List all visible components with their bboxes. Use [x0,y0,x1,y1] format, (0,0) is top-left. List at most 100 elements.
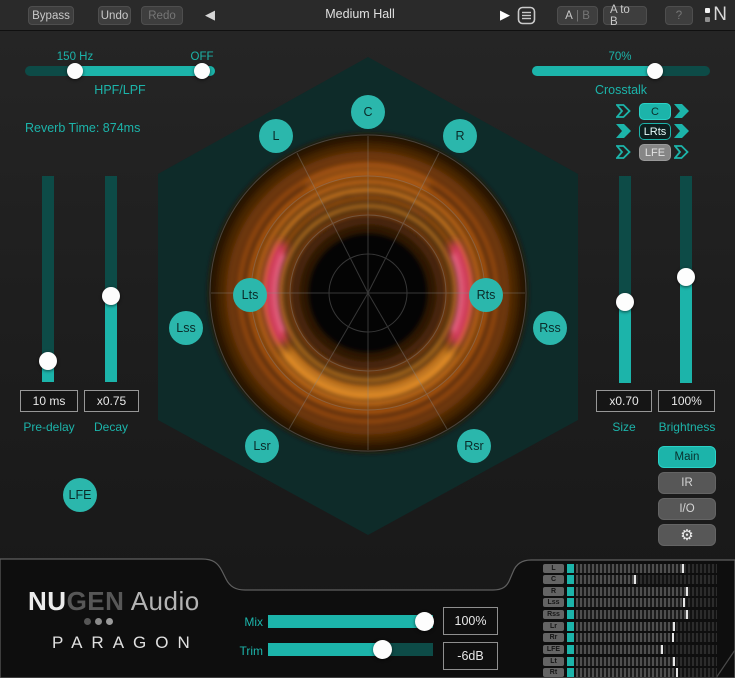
meter-channel-label: R [543,587,564,596]
meter-level [576,598,683,607]
predelay-handle[interactable] [39,352,57,370]
meter-track [576,564,717,573]
meter-channel-label: Lss [543,598,564,607]
routing-out-chevron-icon[interactable] [674,124,689,138]
meter-row: Lt [543,657,717,666]
brand-logo: NUGEN Audio [28,586,200,617]
meter-row: Rr [543,633,717,642]
bypass-button[interactable]: Bypass [28,6,74,25]
trim-slider[interactable] [268,643,433,656]
crosstalk-slider[interactable] [532,66,710,76]
node-c[interactable]: C [351,95,385,129]
size-value[interactable]: x0.70 [596,390,652,412]
meter-track [576,668,717,677]
meter-peak-tick [661,645,663,654]
help-button[interactable]: ? [665,6,693,25]
meter-level [576,633,672,642]
mix-handle[interactable] [415,612,434,631]
mix-value[interactable]: 100% [443,607,498,635]
meter-row: LFE [543,645,717,654]
routing-lrts-button[interactable]: LRts [639,123,671,140]
hpf-lpf-slider[interactable] [25,66,215,76]
routing-in-chevron-icon[interactable] [616,124,631,138]
node-rsr[interactable]: Rsr [457,429,491,463]
routing-c-button[interactable]: C [639,103,671,120]
paragon-plugin-window: Bypass Undo Redo ◀ Medium Hall ▶ A | B A… [0,0,735,678]
meter-peak-tick [683,598,685,607]
brightness-label: Brightness [652,420,722,434]
view-io-button[interactable]: I/O [658,498,716,520]
meter-channel-label: Lr [543,622,564,631]
hpf-lpf-label: HPF/LPF [60,83,180,97]
predelay-value[interactable]: 10 ms [20,390,78,412]
crosstalk-handle[interactable] [647,63,663,79]
meter-track [576,622,717,631]
node-lss[interactable]: Lss [169,311,203,345]
meter-input-block [567,657,574,666]
view-ir-button[interactable]: IR [658,472,716,494]
routing-lfe-button[interactable]: LFE [639,144,671,161]
lpf-handle[interactable] [194,63,210,79]
meter-input-block [567,575,574,584]
view-main-button[interactable]: Main [658,446,716,468]
a-to-b-button[interactable]: A to B [603,6,647,25]
hpf-handle[interactable] [67,63,83,79]
meter-level [576,564,682,573]
preset-name[interactable]: Medium Hall [280,7,440,21]
size-slider[interactable] [619,176,631,383]
meter-input-block [567,633,574,642]
node-r[interactable]: R [443,119,477,153]
decay-handle[interactable] [102,287,120,305]
brand-audio: Audio [124,586,199,616]
redo-button[interactable]: Redo [141,6,183,25]
brightness-handle[interactable] [677,268,695,286]
brand-dots-icon [84,618,113,625]
meter-row: Lr [543,622,717,631]
routing-out-chevron-icon[interactable] [674,104,689,118]
previous-preset-icon[interactable]: ◀ [205,5,215,25]
meter-input-block [567,564,574,573]
meter-row: L [543,564,717,573]
meter-track [576,575,717,584]
routing-in-chevron-icon[interactable] [616,145,631,159]
next-preset-icon[interactable]: ▶ [500,5,510,25]
undo-button[interactable]: Undo [98,6,131,25]
node-l[interactable]: L [259,119,293,153]
meter-level [576,575,634,584]
meter-channel-label: Rss [543,610,564,619]
meter-track [576,633,717,642]
size-handle[interactable] [616,293,634,311]
meter-input-block [567,610,574,619]
routing-in-chevron-icon[interactable] [616,104,631,118]
meter-peak-tick [673,622,675,631]
meter-channel-label: C [543,575,564,584]
meter-channel-label: Rt [543,668,564,677]
ab-divider: | [576,10,579,22]
ab-compare-button[interactable]: A | B [557,6,598,25]
settings-button[interactable]: ⚙ [658,524,716,546]
meter-peak-tick [634,575,636,584]
decay-value[interactable]: x0.75 [84,390,139,412]
node-lsr[interactable]: Lsr [245,429,279,463]
node-lts[interactable]: Lts [233,278,267,312]
node-rts[interactable]: Rts [469,278,503,312]
meter-channel-label: Lt [543,657,564,666]
title-bar: Bypass Undo Redo ◀ Medium Hall ▶ A | B A… [0,0,735,31]
meter-level [576,610,686,619]
node-lfe[interactable]: LFE [63,478,97,512]
mix-slider[interactable] [268,615,433,628]
node-rss[interactable]: Rss [533,311,567,345]
meter-track [576,587,717,596]
meter-track [576,645,717,654]
routing-out-chevron-icon[interactable] [674,145,689,159]
brand-gen: GEN [67,586,125,616]
trim-handle[interactable] [373,640,392,659]
brightness-value[interactable]: 100% [658,390,715,412]
meter-input-block [567,587,574,596]
preset-list-icon[interactable] [517,6,536,25]
meter-row: C [543,575,717,584]
decay-slider[interactable] [105,176,117,382]
trim-value[interactable]: -6dB [443,642,498,670]
gear-icon: ⚙ [680,526,693,544]
nugen-logo-dots-icon [705,8,710,22]
